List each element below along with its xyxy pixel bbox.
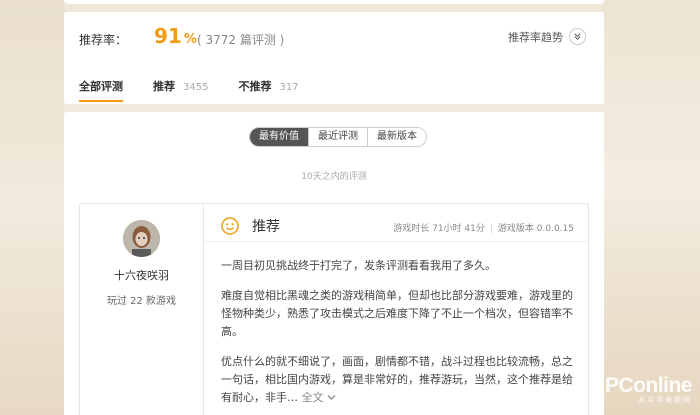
reviewer-games-played: 玩过 22 款游戏: [106, 296, 177, 307]
rating-label: 推荐率：: [79, 33, 128, 47]
previous-card-edge: [64, 0, 604, 4]
sort-recent[interactable]: 最近评测: [309, 128, 368, 146]
background-right: [604, 0, 700, 415]
review-paragraph: 一周目初见挑战终于打完了，发条评测看看我用了多久。: [221, 259, 496, 272]
review-item: 十六夜咲羽 玩过 22 款游戏 推荐 游戏时长 71小时 41分 | 游戏版本 0.…: [79, 203, 589, 415]
meta-separator: |: [489, 224, 493, 234]
tab-not-recommend[interactable]: 不推荐 317: [238, 78, 298, 94]
tab-not-recommend-count: 317: [279, 82, 299, 93]
game-version: 游戏版本 0.0.0.15: [497, 224, 574, 234]
tab-recommend-count: 3455: [183, 82, 209, 93]
background-left: [0, 0, 64, 415]
time-range-note: 10天之内的评测: [301, 172, 367, 182]
reviewer-name[interactable]: 十六夜咲羽: [80, 267, 203, 283]
review-tabs: 全部评测 推荐 3455 不推荐 317: [79, 78, 329, 102]
rating-card: 推荐率： 91% ( 3772 篇评测 ) 推荐率趋势 全部评测 推荐 3455…: [64, 12, 604, 104]
smile-face-icon: [221, 217, 239, 235]
playtime: 游戏时长 71小时 41分: [393, 224, 485, 234]
tab-recommend[interactable]: 推荐 3455: [153, 78, 208, 94]
watermark-logo: PConline 太平洋电脑网: [605, 374, 693, 405]
review-meta: 游戏时长 71小时 41分 | 游戏版本 0.0.0.15: [393, 221, 574, 234]
rating-value: 91%: [154, 24, 197, 48]
review-paragraph: 优点什么的就不细说了，画面，剧情都不错，战斗过程也比较流畅，总之一句话，相比国内…: [221, 355, 573, 404]
review-count: ( 3772 篇评测 ): [197, 33, 285, 47]
reviewer-panel: 十六夜咲羽 玩过 22 款游戏: [80, 204, 204, 415]
read-more-link[interactable]: 全文: [302, 391, 337, 404]
review-divider: [204, 241, 588, 242]
reviews-card: 最有价值 最近评测 最新版本 10天之内的评测 十六夜咲羽 玩过 22 款游戏: [64, 112, 604, 415]
review-body: 一周目初见挑战终于打完了，发条评测看看我用了多久。 难度自觉相比黑魂之类的游戏稍…: [221, 257, 581, 415]
chevron-double-down-icon: [569, 28, 586, 45]
sort-latest-version[interactable]: 最新版本: [368, 128, 426, 146]
review-paragraph: 难度自觉相比黑魂之类的游戏稍简单，但却也比部分游戏要难，游戏里的怪物种类少，熟悉…: [221, 289, 573, 338]
review-content: 推荐 游戏时长 71小时 41分 | 游戏版本 0.0.0.15 一周目初见挑战终于…: [204, 204, 588, 415]
rating-percent: %: [183, 32, 197, 47]
rating-trend-button[interactable]: 推荐率趋势: [508, 28, 586, 45]
chevron-down-icon: [327, 395, 336, 400]
avatar[interactable]: [123, 220, 160, 257]
review-verdict: 推荐: [252, 219, 280, 235]
rating-trend-label: 推荐率趋势: [508, 30, 563, 44]
sort-segmented-control: 最有价值 最近评测 最新版本: [249, 127, 427, 147]
tab-all-reviews[interactable]: 全部评测: [79, 78, 123, 102]
sort-most-valuable[interactable]: 最有价值: [250, 128, 309, 146]
